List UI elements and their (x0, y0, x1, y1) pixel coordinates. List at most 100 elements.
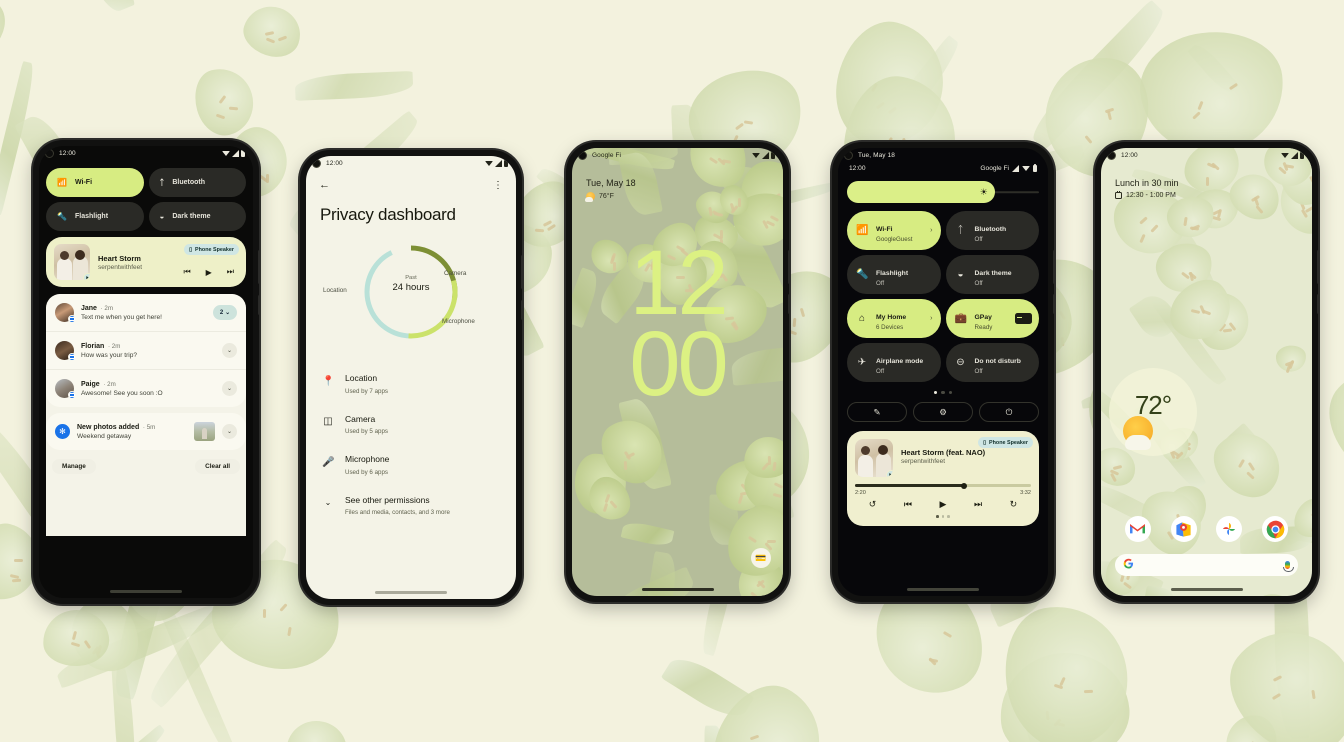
wallet-icon: 💼 (954, 313, 967, 324)
nav-gesture-pill[interactable] (907, 588, 979, 591)
wallet-card-icon[interactable]: 💳 (751, 548, 771, 568)
previous-button[interactable]: ⏮ (904, 499, 912, 510)
wifi-icon: 📶 (57, 178, 67, 187)
play-source-badge: ▶ (83, 273, 90, 280)
sender-name: Paige (81, 380, 100, 388)
permissions-list: 📍 Location Used by 7 apps ◫ Camera Used … (306, 361, 516, 523)
permission-sub: Used by 5 apps (345, 428, 388, 435)
status-bar: Google Fi (572, 148, 783, 163)
qs-tile-flashlight[interactable]: 🔦 Flashlight Off (847, 255, 941, 294)
status-bar-secondary: 12:00 Google Fi (838, 163, 1048, 172)
media-page-indicator[interactable] (855, 515, 1031, 518)
signal-icon (762, 152, 769, 159)
manage-button[interactable]: Manage (52, 459, 96, 474)
permission-row-camera[interactable]: ◫ Camera Used by 5 apps (306, 402, 516, 443)
qs-tile-airplane[interactable]: ✈ Airplane mode Off (847, 343, 941, 382)
permission-name: Location (345, 373, 378, 383)
chrome-icon[interactable] (1262, 516, 1289, 542)
tile-wifi-label: Wi-Fi (74, 179, 93, 186)
carrier-label: Google Fi (980, 165, 1009, 172)
notification-count-expander[interactable]: 2 ⌄ (213, 305, 237, 320)
qs-tile-bluetooth[interactable]: ᛏ Bluetooth Off (945, 211, 1039, 250)
qs-action-buttons: ✎ ⚙ ⏻ (838, 394, 1048, 423)
brightness-slider[interactable]: ☀ (847, 181, 1039, 203)
chevron-right-icon[interactable]: › (930, 227, 932, 234)
qs-tile-sub: Off (876, 280, 885, 287)
chevron-down-icon: ⌄ (226, 429, 233, 435)
notification-row[interactable]: Jane · 2m Text me when you get here! 2 ⌄ (46, 294, 246, 332)
play-button[interactable]: ▶ (940, 499, 947, 510)
next-button[interactable]: ⏭ (974, 499, 982, 510)
previous-button[interactable]: ⏮ (183, 267, 190, 277)
photos-notification[interactable]: ✻ New photos added · 5m Weekend getaway … (46, 413, 246, 450)
phone-speaker-icon: ▯ (189, 246, 193, 253)
output-device-label: Phone Speaker (195, 246, 234, 253)
more-vertical-icon[interactable]: ⋮ (493, 180, 503, 191)
qs-tile-label: Do not disturb (974, 358, 1021, 365)
battery-icon (504, 158, 508, 167)
qs-tile-my-home[interactable]: ⌂ My Home 6 Devices › (847, 299, 941, 338)
photo-notification-time: 5m (146, 423, 156, 431)
qs-tile-gpay[interactable]: 💼 GPay Ready (945, 299, 1039, 338)
chevron-right-icon[interactable]: › (930, 315, 932, 322)
notification-message: How was your trip? (81, 351, 138, 359)
media-artist: serpentwithfeet (901, 458, 946, 466)
photos-icon[interactable] (1216, 516, 1243, 542)
notification-row[interactable]: Paige · 2m Awesome! See you soon :O ⌄ (46, 370, 246, 407)
media-progress-bar[interactable] (855, 482, 1031, 489)
expand-button[interactable]: ⌄ (222, 381, 237, 396)
media-player-card[interactable]: ▶ Heart Storm serpentwithfeet ▯ Phone Sp… (46, 237, 246, 287)
qs-tile-dark-theme[interactable]: ◒ Dark theme Off (945, 255, 1039, 294)
photo-notification-title: New photos added (77, 423, 140, 431)
sender-name: Jane (81, 304, 97, 312)
next-button[interactable]: ⏭ (227, 267, 234, 277)
tile-dark-theme-label: Dark theme (172, 213, 211, 220)
at-a-glance-widget[interactable]: Lunch in 30 min 12:30 - 1:00 PM (1115, 178, 1179, 199)
tile-flashlight[interactable]: 🔦 Flashlight (46, 202, 144, 231)
gmail-icon[interactable] (1124, 516, 1151, 542)
expand-button[interactable]: ⌄ (222, 343, 237, 358)
nav-gesture-pill[interactable] (110, 590, 182, 593)
settings-gear-icon[interactable]: ⚙ (913, 402, 973, 423)
tile-wifi[interactable]: 📶 Wi-Fi (46, 168, 144, 197)
qs-tile-label: Dark theme (974, 270, 1012, 277)
permission-row-other[interactable]: ⌄ See other permissions Files and media,… (306, 483, 516, 524)
album-art: ▶ (855, 439, 893, 478)
signal-icon (232, 150, 239, 157)
output-device-chip[interactable]: ▯ Phone Speaker (184, 244, 239, 255)
expand-button[interactable]: ⌄ (222, 424, 237, 439)
play-button[interactable]: ▶ (206, 268, 212, 277)
permission-row-microphone[interactable]: 🎤 Microphone Used by 6 apps (306, 442, 516, 483)
weather-widget[interactable]: 72° (1109, 368, 1197, 456)
qs-tile-wifi[interactable]: 📶 Wi-Fi GoogleGuest › (847, 211, 941, 250)
back-arrow-icon[interactable]: ← (319, 179, 330, 191)
battery-icon (1033, 163, 1037, 172)
qs-tile-dnd[interactable]: ⊖ Do not disturb Off (945, 343, 1039, 382)
phone-speaker-icon: ▯ (983, 439, 987, 446)
notification-message: Awesome! See you soon :O (81, 389, 163, 397)
maps-icon[interactable] (1170, 516, 1197, 542)
qs-time: 12:00 (849, 165, 866, 172)
clear-all-button[interactable]: Clear all (195, 459, 240, 474)
battery-icon (771, 150, 775, 159)
messages-app-icon (68, 353, 76, 361)
nav-gesture-pill[interactable] (1170, 588, 1243, 591)
messages-app-icon (68, 391, 76, 399)
edit-pencil-icon[interactable]: ✎ (847, 402, 907, 423)
microphone-icon[interactable] (1283, 561, 1294, 572)
google-search-bar[interactable] (1115, 554, 1298, 576)
microphone-icon: 🎤 (322, 456, 335, 468)
forward-30-button[interactable]: ↻ (1010, 499, 1018, 510)
permission-row-location[interactable]: 📍 Location Used by 7 apps (306, 361, 516, 402)
tile-bluetooth[interactable]: ᛏ Bluetooth (148, 168, 246, 197)
tile-dark-theme[interactable]: ◒ Dark theme (148, 202, 246, 231)
output-device-chip[interactable]: ▯ Phone Speaker (978, 437, 1033, 449)
nav-gesture-pill[interactable] (641, 588, 714, 591)
media-player-card[interactable]: ▯ Phone Speaker ▶ Heart Storm (feat. NAO… (847, 431, 1039, 526)
chevron-down-icon: ⌄ (226, 348, 233, 354)
nav-gesture-pill[interactable] (375, 591, 447, 594)
notification-row[interactable]: Florian · 2m How was your trip? ⌄ (46, 332, 246, 370)
power-icon[interactable]: ⏻ (979, 402, 1039, 423)
replay-10-button[interactable]: ↺ (869, 499, 877, 510)
permission-sub: Used by 7 apps (345, 387, 388, 395)
